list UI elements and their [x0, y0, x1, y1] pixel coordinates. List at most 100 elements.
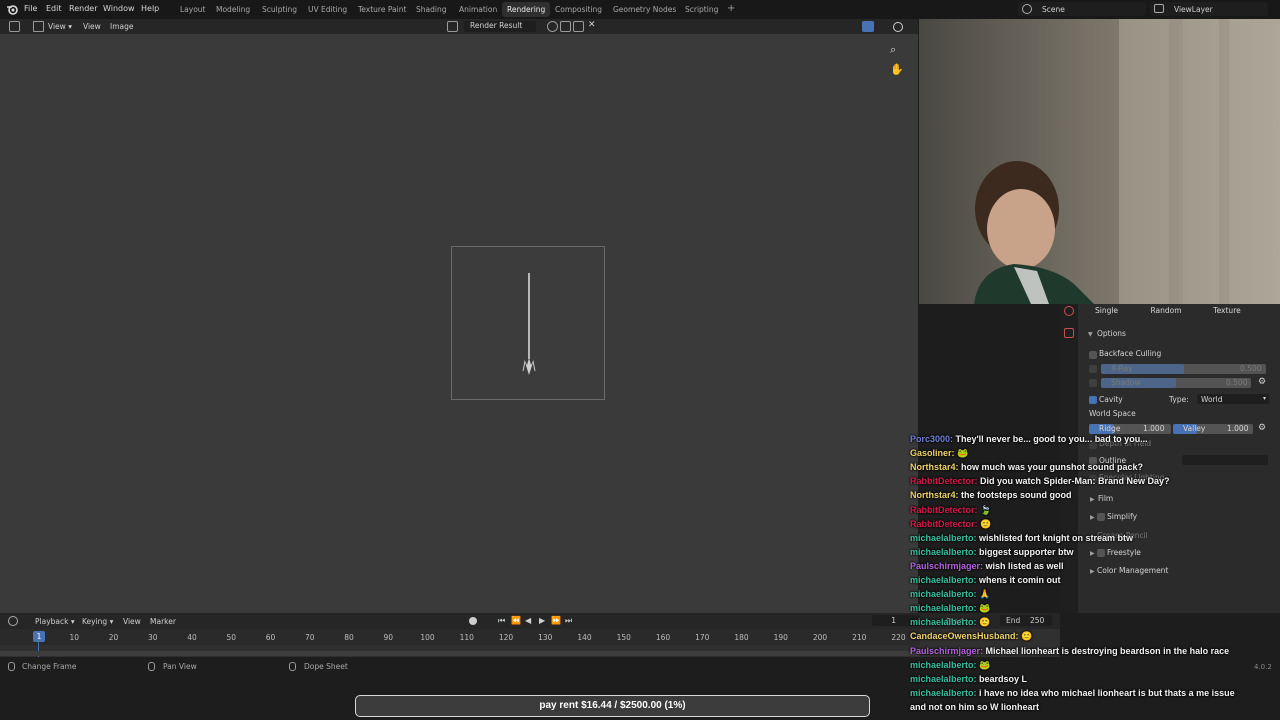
scene-selector[interactable]: Scene [1018, 2, 1146, 16]
cavity-type-dropdown[interactable]: World ▾ [1197, 394, 1269, 404]
view-layer-icon [1154, 4, 1164, 13]
chat-text: 🐸 [979, 659, 991, 670]
freestyle-header[interactable]: Freestyle [1107, 548, 1141, 557]
chat-text: 🙂 [1021, 631, 1033, 642]
xray-checkbox[interactable] [1089, 365, 1097, 373]
image-browse-icon[interactable] [447, 21, 458, 32]
jump-keyframe-back-icon[interactable]: ⏪ [511, 616, 521, 625]
chat-text: 🍃 [980, 504, 992, 515]
outline-color-swatch[interactable] [1182, 455, 1268, 465]
top-bar: File Edit Render Window Help Layout Mode… [0, 0, 1280, 19]
output-properties-tab-icon[interactable] [1064, 328, 1074, 338]
menu-render[interactable]: Render [69, 4, 97, 13]
end-frame-field[interactable]: End 250 [1000, 615, 1052, 626]
film-header[interactable]: Film [1098, 494, 1113, 503]
close-image-icon[interactable]: ✕ [588, 20, 596, 30]
play-reverse-icon[interactable]: ◀ [525, 616, 531, 625]
timeline-tick-label: 60 [265, 633, 276, 642]
menu-file[interactable]: File [24, 4, 37, 13]
fake-user-icon[interactable] [547, 21, 558, 32]
tab-shading[interactable]: Shading [411, 2, 451, 17]
chat-username: michaelalberto: [910, 546, 980, 557]
tab-geometry-nodes[interactable]: Geometry Nodes [608, 2, 681, 17]
shadow-settings-gear-icon[interactable]: ⚙ [1258, 377, 1266, 387]
shadow-checkbox[interactable] [1089, 379, 1097, 387]
mouse-right-icon [289, 662, 296, 671]
tab-scripting[interactable]: Scripting [680, 2, 723, 17]
tab-uv-editing[interactable]: UV Editing [303, 2, 352, 17]
freestyle-checkbox[interactable] [1097, 549, 1105, 557]
play-icon[interactable]: ▶ [539, 616, 545, 625]
pan-hand-icon[interactable]: ✋ [890, 63, 904, 76]
simplify-checkbox[interactable] [1097, 513, 1105, 521]
menu-help[interactable]: Help [141, 4, 159, 13]
record-icon[interactable] [469, 617, 477, 625]
menu-window[interactable]: Window [103, 4, 135, 13]
chat-username: CandaceOwensHusband: [910, 631, 1022, 642]
chat-text: beardsoy L [979, 673, 1028, 684]
ridge-label: Ridge [1099, 424, 1121, 433]
cavity-settings-gear-icon[interactable]: ⚙ [1258, 423, 1266, 433]
valley-value: 1.000 [1227, 424, 1249, 433]
view-mode-icon[interactable] [33, 21, 44, 32]
color-single-button[interactable]: Single [1088, 306, 1125, 317]
image-name-field[interactable]: Render Result [464, 21, 537, 32]
tab-modeling[interactable]: Modeling [211, 2, 255, 17]
timeline-tick-label: 20 [108, 633, 119, 642]
gizmo-toggle-icon[interactable] [862, 21, 874, 32]
blender-logo-icon[interactable] [6, 3, 18, 15]
view-layer-selector[interactable]: ViewLayer [1150, 2, 1268, 16]
freestyle-expand-icon[interactable]: ▶ [1090, 550, 1095, 557]
color-texture-button[interactable]: Texture [1207, 306, 1247, 317]
tab-compositing[interactable]: Compositing [550, 2, 607, 17]
cavity-checkbox[interactable] [1089, 396, 1097, 404]
tab-animation[interactable]: Animation [454, 2, 502, 17]
chat-message: RabbitDetector: 🍃 [910, 505, 991, 516]
chat-text: 🐸 [957, 448, 969, 459]
simplify-header[interactable]: Simplify [1107, 512, 1137, 521]
playhead-frame-indicator[interactable]: 1 [33, 631, 45, 642]
playback-menu[interactable]: Playback ▾ [35, 617, 75, 626]
menu-view[interactable]: View ▾ [48, 22, 72, 31]
timeline-scrollbar[interactable] [0, 651, 920, 656]
chat-message: Porc3000: They'll never be... good to yo… [910, 434, 1148, 444]
timeline-view-menu[interactable]: View [123, 617, 141, 626]
marker-menu[interactable]: Marker [150, 617, 176, 626]
cavity-type-label: Type: [1169, 395, 1189, 404]
keying-menu[interactable]: Keying ▾ [82, 617, 113, 626]
timeline-editor-type-icon[interactable] [8, 616, 18, 626]
keying-menu-label: Keying [82, 617, 108, 626]
chat-username: michaelalberto: [910, 589, 980, 600]
backface-culling-checkbox[interactable] [1089, 351, 1097, 359]
film-expand-icon[interactable]: ▶ [1090, 496, 1095, 503]
open-image-icon[interactable] [573, 21, 584, 32]
tab-layout[interactable]: Layout [175, 2, 211, 17]
zoom-icon[interactable]: ⌕ [890, 43, 896, 57]
chat-username: RabbitDetector: [910, 476, 981, 487]
simplify-expand-icon[interactable]: ▶ [1090, 514, 1095, 521]
chat-text: the footsteps sound good [961, 490, 1072, 501]
color-management-header[interactable]: Color Management [1097, 566, 1168, 575]
menu-image[interactable]: Image [110, 22, 134, 31]
menu-view-2[interactable]: View [83, 22, 101, 31]
overlay-toggle-icon[interactable] [893, 22, 903, 32]
editor-type-icon[interactable] [9, 21, 20, 32]
add-workspace-button[interactable]: + [727, 3, 735, 14]
jump-keyframe-forward-icon[interactable]: ⏩ [551, 616, 561, 625]
jump-end-icon[interactable]: ⏭ [565, 616, 572, 626]
chat-text: 🙂 [979, 617, 991, 628]
tab-texture-paint[interactable]: Texture Paint [353, 2, 411, 17]
duplicate-image-icon[interactable] [560, 21, 571, 32]
status-dope-sheet: Dope Sheet [304, 662, 348, 671]
menu-edit[interactable]: Edit [46, 4, 62, 13]
render-properties-tab-icon[interactable] [1064, 306, 1074, 316]
tab-rendering[interactable]: Rendering [502, 2, 551, 17]
color-random-button[interactable]: Random [1146, 306, 1186, 317]
jump-start-icon[interactable]: ⏮ [498, 616, 505, 626]
donation-goal-text: pay rent $16.44 / $2500.00 (1%) [539, 700, 686, 711]
image-editor-header: View ▾ View Image Render Result ✕ [0, 19, 918, 34]
color-management-expand-icon[interactable]: ▶ [1090, 568, 1095, 575]
options-header[interactable]: Options [1097, 329, 1126, 338]
options-expand-icon[interactable]: ▼ [1088, 331, 1093, 338]
tab-sculpting[interactable]: Sculpting [257, 2, 302, 17]
